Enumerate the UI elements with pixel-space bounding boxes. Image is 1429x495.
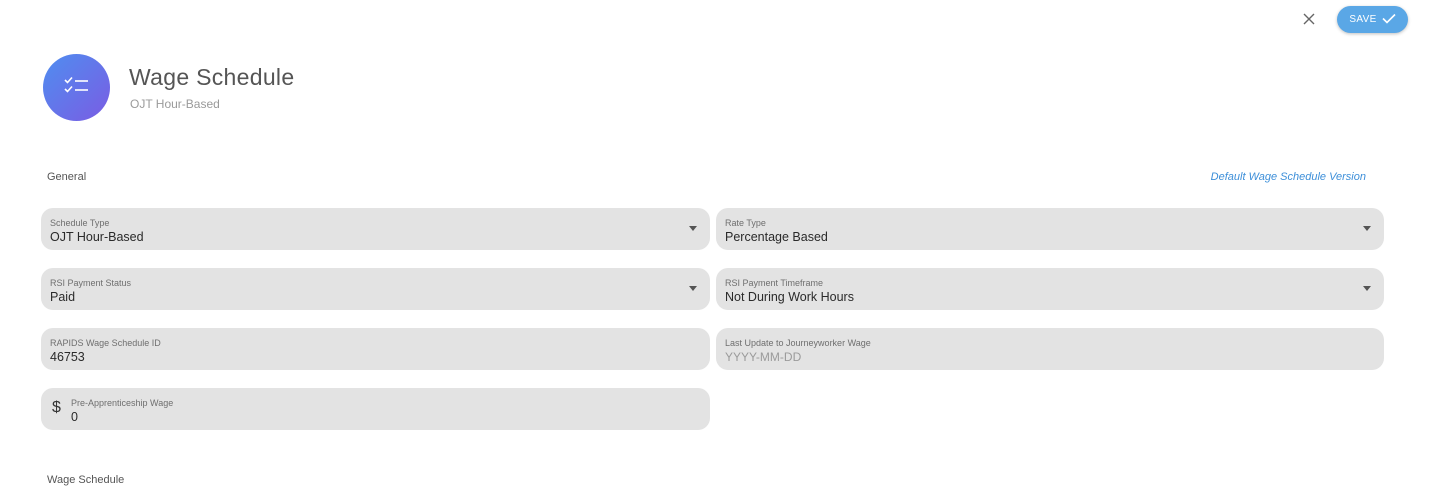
section-label-general: General [47, 171, 87, 183]
pre-apprenticeship-wage-field[interactable]: $ Pre-Apprenticeship Wage 0 [41, 388, 710, 430]
rate-type-label: Rate Type [725, 218, 766, 228]
schedule-type-label: Schedule Type [50, 218, 110, 228]
dollar-icon: $ [52, 399, 61, 416]
rate-type-value: Percentage Based [725, 230, 828, 244]
pre-apprenticeship-wage-value: 0 [71, 410, 78, 424]
chevron-down-icon [1363, 286, 1371, 291]
rate-type-select[interactable]: Rate Type Percentage Based [716, 208, 1384, 250]
rsi-payment-timeframe-label: RSI Payment Timeframe [725, 278, 824, 288]
save-button-label: SAVE [1349, 14, 1377, 25]
rsi-payment-status-label: RSI Payment Status [50, 278, 132, 288]
checklist-icon [63, 75, 90, 100]
save-button[interactable]: SAVE [1337, 6, 1408, 33]
pre-apprenticeship-wage-label: Pre-Apprenticeship Wage [71, 398, 174, 408]
page-subtitle: OJT Hour-Based [130, 97, 220, 111]
schedule-type-value: OJT Hour-Based [50, 230, 144, 244]
last-update-label: Last Update to Journeyworker Wage [725, 338, 871, 348]
chevron-down-icon [689, 226, 697, 231]
close-button[interactable] [1298, 8, 1320, 30]
rsi-payment-timeframe-value: Not During Work Hours [725, 290, 854, 304]
chevron-down-icon [689, 286, 697, 291]
rsi-payment-status-value: Paid [50, 290, 76, 304]
check-icon [1381, 13, 1396, 27]
schedule-type-select[interactable]: Schedule Type OJT Hour-Based [41, 208, 710, 250]
chevron-down-icon [1363, 226, 1371, 231]
rapids-id-field[interactable]: RAPIDS Wage Schedule ID 46753 [41, 328, 710, 370]
last-update-date-field[interactable]: Last Update to Journeyworker Wage YYYY-M… [716, 328, 1384, 370]
rsi-payment-timeframe-select[interactable]: RSI Payment Timeframe Not During Work Ho… [716, 268, 1384, 310]
rapids-id-label: RAPIDS Wage Schedule ID [50, 338, 161, 348]
avatar [43, 54, 110, 121]
wage-schedule-page: SAVE Wage Schedule OJT Hour-Based Genera… [0, 0, 1429, 495]
close-icon [1303, 13, 1315, 25]
page-title: Wage Schedule [129, 64, 295, 90]
last-update-placeholder: YYYY-MM-DD [725, 350, 802, 364]
rsi-payment-status-select[interactable]: RSI Payment Status Paid [41, 268, 710, 310]
default-version-link[interactable]: Default Wage Schedule Version [1211, 171, 1366, 183]
rapids-id-value: 46753 [50, 350, 85, 364]
section-label-wage-schedule: Wage Schedule [47, 474, 125, 486]
